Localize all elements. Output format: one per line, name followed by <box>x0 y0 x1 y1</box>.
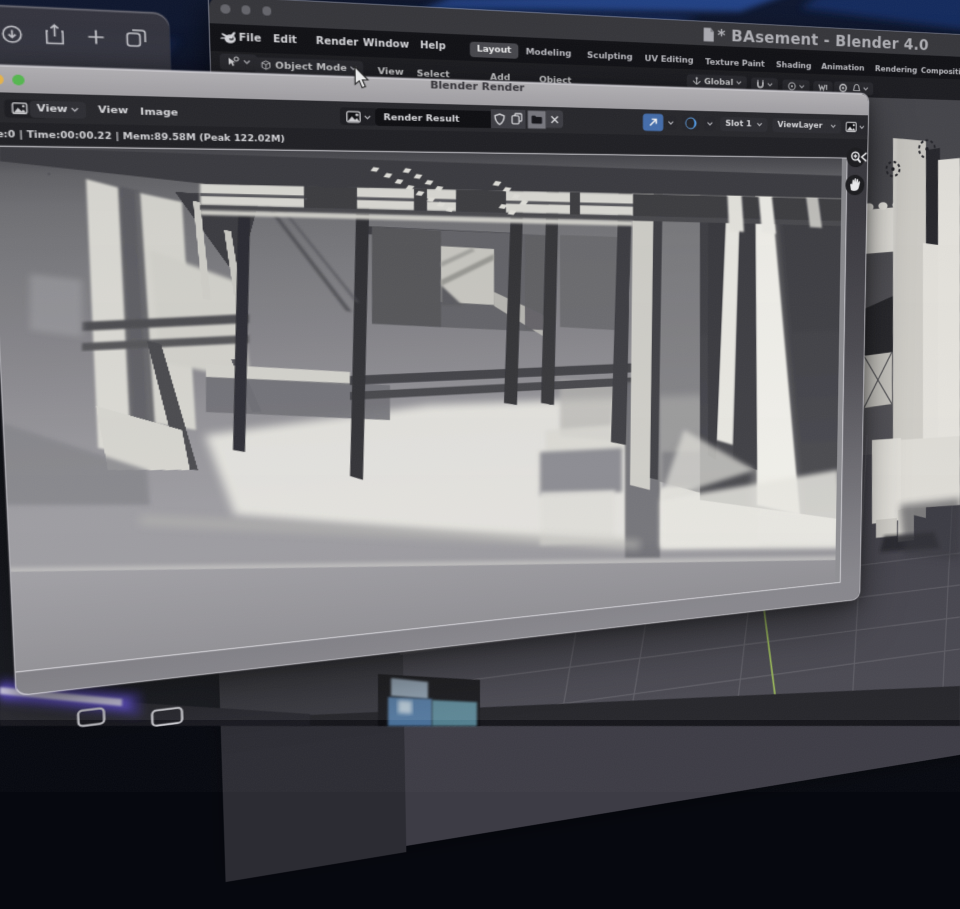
browse-image-button[interactable] <box>340 108 378 126</box>
close-x-icon <box>550 115 559 125</box>
render-pass-button[interactable] <box>842 118 868 135</box>
open-image-button[interactable] <box>528 110 546 128</box>
menu-label: Image <box>140 106 178 118</box>
chevron-down-icon <box>71 106 80 114</box>
pin-button[interactable] <box>643 113 663 131</box>
slot-dropdown[interactable]: Slot 1 <box>720 116 767 131</box>
rendered-image[interactable] <box>0 146 847 673</box>
shield-fake-user-icon <box>494 113 506 126</box>
slot-label: Slot 1 <box>725 119 751 129</box>
view-dropdown[interactable]: View <box>29 100 87 118</box>
pan-hand-button[interactable] <box>845 174 864 194</box>
menu-label: View <box>98 104 128 116</box>
pin-arrow-icon <box>647 116 659 128</box>
render-result-window: Blender Render View View Image Render Re… <box>0 65 868 695</box>
image-name-label: Render Result <box>383 112 459 124</box>
viewlayer-dropdown[interactable]: ViewLayer <box>772 118 841 133</box>
image-icon <box>346 110 361 123</box>
unlink-button[interactable] <box>546 110 563 128</box>
chevron-down-icon <box>707 120 713 126</box>
channels-chevron[interactable] <box>704 117 715 131</box>
chevron-down-icon <box>757 121 763 127</box>
fake-user-button[interactable] <box>491 109 509 128</box>
render-stats: Frame:0 | Time:00:00.22 | Mem:89.58M (Pe… <box>0 129 285 145</box>
region-corner-icon <box>860 152 868 162</box>
image-name-field[interactable]: Render Result <box>375 108 491 128</box>
chevron-down-icon <box>364 114 371 121</box>
chevron-down-icon <box>859 124 865 130</box>
image-icon <box>845 121 856 132</box>
viewlayer-label: ViewLayer <box>777 120 822 131</box>
mouse-cursor <box>352 65 371 90</box>
duplicate-image-button[interactable] <box>508 109 525 128</box>
menu-view[interactable]: View <box>98 104 128 116</box>
duplicate-icon <box>511 113 523 125</box>
chevron-down-icon <box>830 123 836 129</box>
screen-plane: * BAsement - Blender 4.0 File Edit Rende… <box>0 65 868 695</box>
display-channels-button[interactable] <box>682 115 699 132</box>
display-channels-icon <box>685 117 697 130</box>
view-label: View <box>36 103 67 115</box>
pin-chevron[interactable] <box>665 116 676 130</box>
menu-image[interactable]: Image <box>140 106 178 118</box>
folder-open-icon <box>531 114 543 125</box>
image-editor-icon <box>12 102 28 115</box>
chevron-down-icon <box>668 119 674 125</box>
